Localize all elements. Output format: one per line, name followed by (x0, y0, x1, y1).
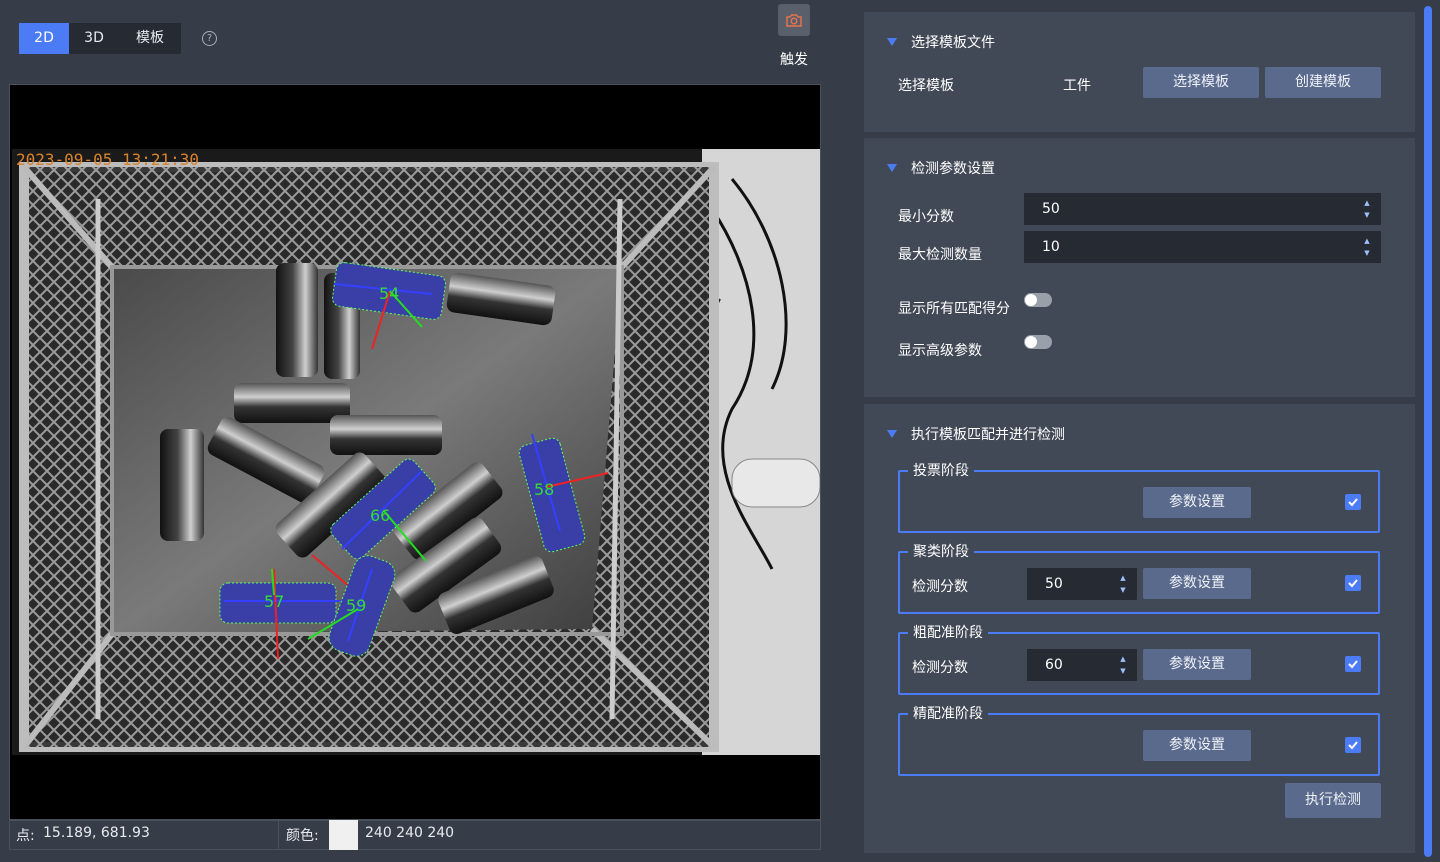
detection-score: 58 (534, 480, 554, 499)
stage-coarse-registration: 粗配准阶段 检测分数 60 ▲ ▼ 参数设置 (898, 622, 1380, 695)
camera-image: 54 58 66 57 59 2023-09-05 13:21:30 (12, 149, 820, 755)
question-circle-icon[interactable]: ? (202, 31, 217, 46)
stage-title: 精配准阶段 (908, 703, 988, 723)
score-label: 检测分数 (912, 579, 968, 595)
color-swatch (329, 820, 358, 850)
stage-checkbox[interactable] (1345, 575, 1361, 591)
stage-checkbox[interactable] (1345, 494, 1361, 510)
spin-arrows-icon[interactable]: ▲ ▼ (1119, 653, 1127, 677)
collapse-arrow-icon[interactable] (887, 430, 897, 438)
min-score-input[interactable]: 50 ▲ ▼ (1024, 193, 1381, 225)
collapse-arrow-icon[interactable] (887, 38, 897, 46)
select-template-button[interactable]: 选择模板 (1143, 67, 1259, 98)
view-tabs: 2D 3D 模板 (19, 23, 181, 54)
capture-timestamp: 2023-09-05 13:21:30 (16, 150, 199, 169)
param-settings-button[interactable]: 参数设置 (1143, 568, 1251, 599)
score-value: 50 (1045, 576, 1063, 592)
param-settings-button[interactable]: 参数设置 (1143, 487, 1251, 518)
run-detection-button[interactable]: 执行检测 (1285, 783, 1381, 818)
score-input[interactable]: 60 ▲ ▼ (1027, 649, 1137, 681)
stage-title: 投票阶段 (908, 460, 974, 480)
stage-checkbox[interactable] (1345, 737, 1361, 753)
show-advanced-label: 显示高级参数 (898, 343, 982, 359)
template-value: 工件 (1063, 78, 1091, 94)
tab-template[interactable]: 模板 (119, 23, 181, 54)
spin-arrows-icon[interactable]: ▲ ▼ (1363, 235, 1371, 259)
image-viewer[interactable]: 54 58 66 57 59 2023-09-05 13:21:30 (9, 84, 821, 820)
divider (278, 821, 279, 849)
detection-score: 57 (264, 592, 284, 611)
trigger-label: 触发 (780, 52, 808, 68)
score-value: 60 (1045, 657, 1063, 673)
max-count-input[interactable]: 10 ▲ ▼ (1024, 231, 1381, 263)
max-count-label: 最大检测数量 (898, 247, 982, 263)
stage-voting: 投票阶段 参数设置 (898, 460, 1380, 533)
check-icon (1348, 660, 1358, 669)
stage-title: 粗配准阶段 (908, 622, 988, 642)
min-score-value: 50 (1042, 201, 1060, 217)
stage-checkbox[interactable] (1345, 656, 1361, 672)
section-title: 检测参数设置 (911, 161, 995, 177)
template-section: 选择模板文件 选择模板 工件 选择模板 创建模板 (864, 12, 1415, 132)
section-title: 执行模板匹配并进行检测 (911, 427, 1065, 443)
detection-score: 54 (379, 284, 399, 303)
execute-section: 执行模板匹配并进行检测 投票阶段 参数设置 聚类阶段 检测分数 50 ▲ ▼ 参数… (864, 404, 1415, 853)
score-input[interactable]: 50 ▲ ▼ (1027, 568, 1137, 600)
toggle-knob (1025, 294, 1037, 306)
point-label: 点: (16, 828, 35, 844)
check-icon (1348, 579, 1358, 588)
detection-score: 66 (370, 506, 390, 525)
show-all-scores-label: 显示所有匹配得分 (898, 301, 1010, 317)
section-title: 选择模板文件 (911, 35, 995, 51)
max-count-value: 10 (1042, 239, 1060, 255)
toggle-knob (1025, 336, 1037, 348)
color-value: 240 240 240 (365, 825, 455, 841)
spin-arrows-icon[interactable]: ▲ ▼ (1119, 572, 1127, 596)
check-icon (1348, 498, 1358, 507)
stage-fine-registration: 精配准阶段 参数设置 (898, 703, 1380, 776)
score-label: 检测分数 (912, 660, 968, 676)
status-bar: 点: 15.189, 681.93 颜色: 240 240 240 (9, 820, 821, 850)
camera-icon (786, 14, 802, 27)
tab-3d[interactable]: 3D (69, 23, 119, 54)
param-settings-button[interactable]: 参数设置 (1143, 649, 1251, 680)
show-advanced-toggle[interactable] (1024, 335, 1052, 349)
params-section: 检测参数设置 最小分数 50 ▲ ▼ 最大检测数量 10 ▲ ▼ 显示所有匹配得分 … (864, 138, 1415, 397)
trigger-button[interactable] (778, 4, 810, 36)
create-template-button[interactable]: 创建模板 (1265, 67, 1381, 98)
color-label: 颜色: (286, 828, 319, 844)
collapse-arrow-icon[interactable] (887, 164, 897, 172)
scrollbar[interactable] (1424, 6, 1432, 857)
spin-arrows-icon[interactable]: ▲ ▼ (1363, 197, 1371, 221)
check-icon (1348, 741, 1358, 750)
point-value: 15.189, 681.93 (43, 825, 150, 841)
detection-score: 59 (346, 596, 366, 615)
stage-clustering: 聚类阶段 检测分数 50 ▲ ▼ 参数设置 (898, 541, 1380, 614)
min-score-label: 最小分数 (898, 209, 954, 225)
param-settings-button[interactable]: 参数设置 (1143, 730, 1251, 761)
stage-title: 聚类阶段 (908, 541, 974, 561)
tab-2d[interactable]: 2D (19, 23, 69, 54)
show-all-scores-toggle[interactable] (1024, 293, 1052, 307)
template-label: 选择模板 (898, 78, 954, 94)
